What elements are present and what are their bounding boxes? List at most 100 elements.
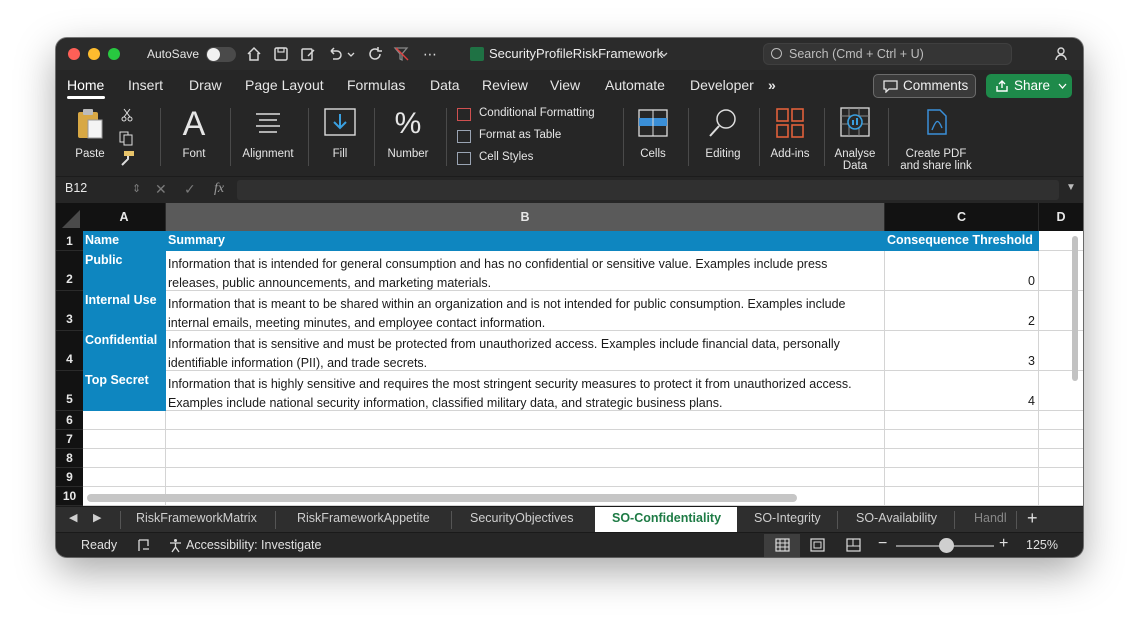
zoom-in-button[interactable]: + (999, 535, 1008, 553)
formula-input[interactable] (237, 180, 1059, 200)
expand-formula-bar-icon[interactable]: ▼ (1066, 182, 1076, 193)
cell-a4[interactable]: Confidential (83, 331, 166, 371)
row-header[interactable]: 7 (56, 430, 83, 449)
addins-button[interactable]: Add-ins (766, 106, 814, 166)
tab-page-layout[interactable]: Page Layout (245, 77, 324, 93)
normal-view-icon[interactable] (775, 538, 790, 552)
name-box[interactable]: B12 (65, 181, 87, 195)
cell-c2[interactable]: 0 (885, 251, 1039, 291)
sheet-tab-so-confidentiality[interactable]: SO-Confidentiality (612, 511, 721, 525)
zoom-window-button[interactable] (108, 48, 120, 60)
analyse-data-button[interactable]: Analyse Data (831, 106, 879, 172)
undo-icon[interactable] (326, 45, 344, 63)
cell-a1[interactable]: Name (83, 231, 166, 251)
sheet-tab-riskframeworkmatrix[interactable]: RiskFrameworkMatrix (136, 511, 257, 525)
empty-cell[interactable] (885, 449, 1039, 468)
sheet-tab-so-availability[interactable]: SO-Availability (856, 511, 937, 525)
zoom-out-button[interactable]: − (878, 535, 887, 553)
cell-c5[interactable]: 4 (885, 371, 1039, 411)
tab-home[interactable]: Home (67, 77, 104, 93)
empty-cell[interactable] (166, 430, 885, 449)
row-header[interactable]: 9 (56, 468, 83, 487)
empty-cell[interactable] (1039, 411, 1083, 430)
account-icon[interactable] (1053, 45, 1071, 63)
editing-button[interactable]: Editing (698, 106, 748, 166)
sheet-tab-handl[interactable]: Handl (974, 511, 1012, 525)
row-header[interactable]: 8 (56, 449, 83, 468)
format-painter-icon[interactable] (118, 150, 136, 166)
cell-b4[interactable]: Information that is sensitive and must b… (166, 331, 885, 371)
tab-developer[interactable]: Developer (690, 77, 754, 93)
vertical-scrollbar[interactable] (1072, 236, 1078, 381)
tab-automate[interactable]: Automate (605, 77, 665, 93)
macro-record-icon[interactable] (136, 538, 151, 553)
font-button[interactable]: A Font (168, 106, 220, 166)
zoom-level[interactable]: 125% (1026, 538, 1058, 552)
empty-cell[interactable] (83, 411, 166, 430)
empty-cell[interactable] (83, 430, 166, 449)
row-header[interactable]: 5 (56, 371, 83, 411)
redo-icon[interactable] (366, 45, 384, 63)
name-box-stepper-icon[interactable]: ⇕ (132, 182, 141, 195)
column-header-a[interactable]: A (83, 203, 166, 231)
empty-cell[interactable] (885, 487, 1039, 506)
empty-cell[interactable] (166, 411, 885, 430)
empty-cell[interactable] (1039, 430, 1083, 449)
sheet-tab-riskframeworkappetite[interactable]: RiskFrameworkAppetite (297, 511, 430, 525)
cell-b1[interactable]: Summary (166, 231, 885, 251)
tabs-overflow-button[interactable]: » (768, 77, 776, 93)
save-icon[interactable] (272, 45, 290, 63)
column-header-c[interactable]: C (885, 203, 1039, 231)
conditional-formatting-button[interactable]: Conditional Formatting (457, 107, 612, 123)
empty-cell[interactable] (83, 468, 166, 487)
cells-button[interactable]: Cells (631, 106, 675, 166)
empty-cell[interactable] (166, 449, 885, 468)
cell-c3[interactable]: 2 (885, 291, 1039, 331)
cell-b3[interactable]: Information that is meant to be shared w… (166, 291, 885, 331)
tab-insert[interactable]: Insert (128, 77, 163, 93)
empty-cell[interactable] (83, 449, 166, 468)
copy-icon[interactable] (118, 130, 136, 146)
row-header[interactable]: 10 (56, 487, 83, 506)
row-header[interactable]: 3 (56, 291, 83, 331)
insert-function-icon[interactable]: fx (214, 181, 224, 197)
tab-review[interactable]: Review (482, 77, 528, 93)
empty-cell[interactable] (166, 468, 885, 487)
paste-button[interactable]: Paste (66, 106, 114, 166)
empty-cell[interactable] (1039, 487, 1083, 506)
home-icon[interactable] (245, 45, 263, 63)
add-sheet-icon[interactable]: + (1027, 508, 1038, 529)
cell-a2[interactable]: Public (83, 251, 166, 291)
accessibility-icon[interactable] (168, 538, 183, 553)
cut-icon[interactable] (120, 108, 134, 122)
confirm-formula-icon[interactable]: ✓ (184, 181, 196, 198)
cell-a3[interactable]: Internal Use (83, 291, 166, 331)
empty-cell[interactable] (885, 468, 1039, 487)
cancel-formula-icon[interactable]: ✕ (155, 181, 167, 198)
row-header[interactable]: 6 (56, 411, 83, 430)
cell-styles-button[interactable]: Cell Styles (457, 151, 552, 167)
title-chevron-down-icon[interactable] (659, 45, 669, 63)
number-button[interactable]: % Number (380, 106, 436, 166)
more-icon[interactable]: ⋯ (421, 45, 439, 63)
column-header-d[interactable]: D (1039, 203, 1083, 231)
empty-cell[interactable] (885, 430, 1039, 449)
clear-filter-icon[interactable] (393, 45, 411, 63)
sheet-tab-securityobjectives[interactable]: SecurityObjectives (470, 511, 574, 525)
column-header-b[interactable]: B (166, 203, 885, 231)
search-input[interactable]: Search (Cmd + Ctrl + U) (763, 43, 1012, 65)
empty-cell[interactable] (1039, 449, 1083, 468)
row-header[interactable]: 4 (56, 331, 83, 371)
accessibility-status[interactable]: Accessibility: Investigate (186, 538, 321, 552)
row-header[interactable]: 2 (56, 251, 83, 291)
cell-b2[interactable]: Information that is intended for general… (166, 251, 885, 291)
create-pdf-button[interactable]: Create PDF and share link (896, 106, 976, 172)
comments-button[interactable]: Comments (873, 74, 976, 98)
undo-dropdown-icon[interactable] (346, 45, 356, 63)
alignment-button[interactable]: Alignment (238, 106, 298, 166)
close-window-button[interactable] (68, 48, 80, 60)
page-layout-view-icon[interactable] (810, 538, 825, 552)
format-as-table-button[interactable]: Format as Table (457, 129, 577, 145)
document-title[interactable]: SecurityProfileRiskFramework (489, 46, 663, 61)
empty-cell[interactable] (885, 411, 1039, 430)
